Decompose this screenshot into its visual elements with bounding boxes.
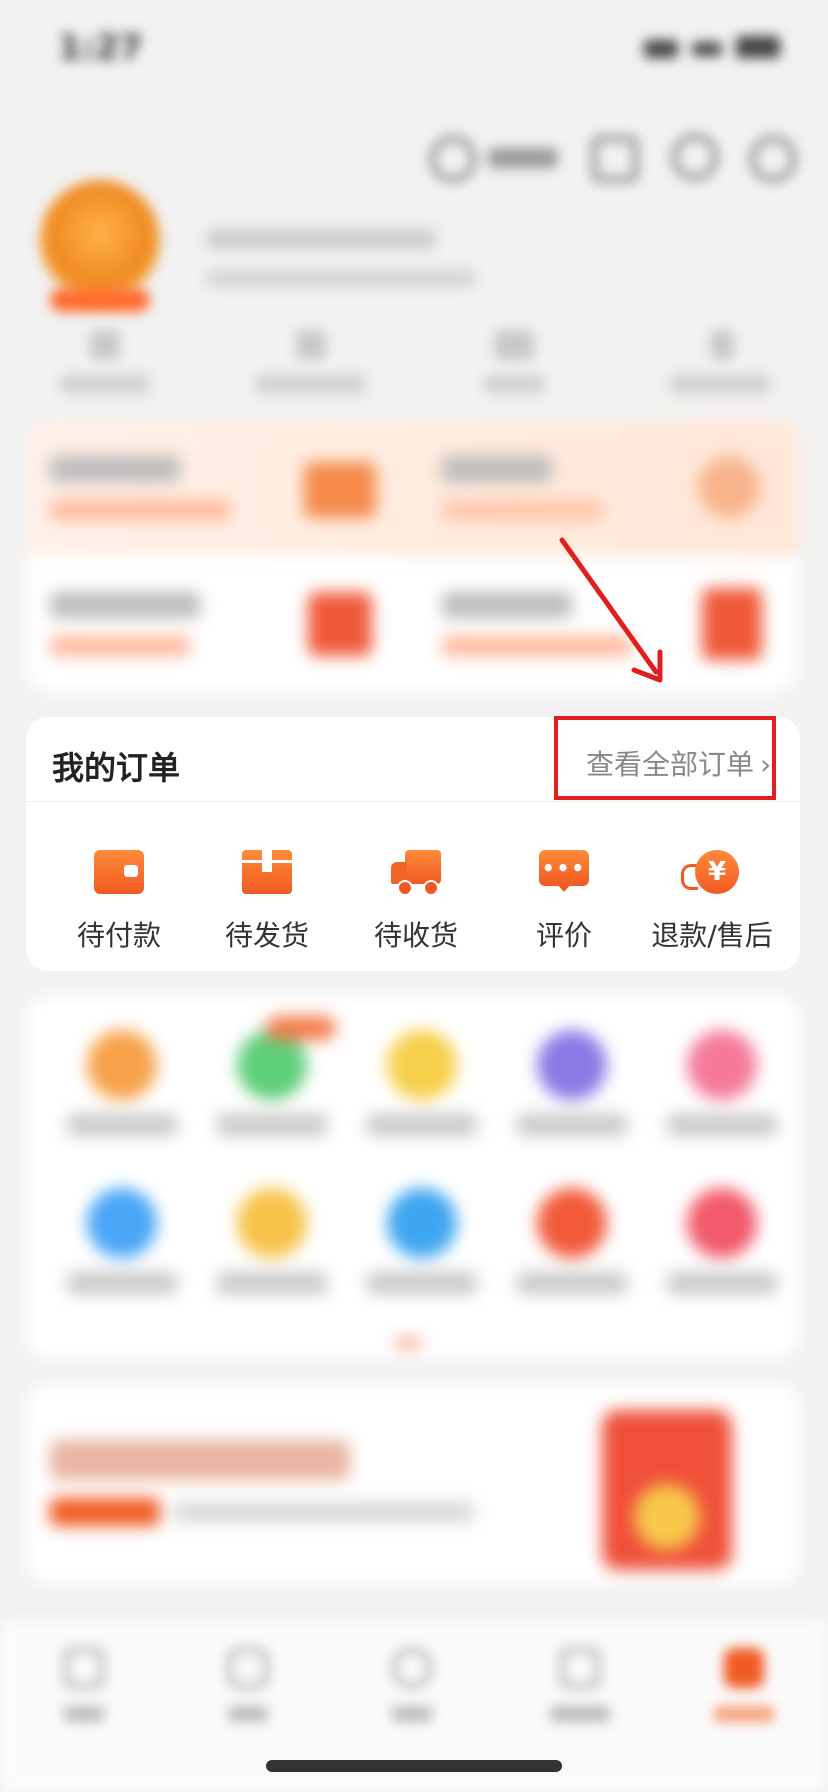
shortcut-item[interactable] <box>662 1188 782 1294</box>
order-status-label: 退款/售后 <box>651 919 773 952</box>
order-status-review[interactable]: ••• 评价 <box>494 850 634 954</box>
shortcut-item[interactable] <box>362 1188 482 1294</box>
home-indicator <box>266 1760 562 1772</box>
account-line-placeholder <box>206 268 476 288</box>
shortcut-item[interactable] <box>362 1030 482 1136</box>
order-status-pending-shipment[interactable]: 待发货 <box>197 850 337 954</box>
order-status-label: 评价 <box>535 919 592 952</box>
orders-title: 我的订单 <box>52 749 181 787</box>
order-status-label: 待收货 <box>373 919 458 952</box>
orders-divider <box>26 801 800 802</box>
shortcut-item[interactable] <box>212 1030 332 1136</box>
profile-stats <box>30 330 800 400</box>
search-icon[interactable] <box>672 134 718 180</box>
refund-icon: ¥ <box>681 850 739 894</box>
shortcut-item[interactable] <box>62 1030 182 1136</box>
order-status-refund[interactable]: ¥ 退款/售后 <box>642 850 782 954</box>
member-cards[interactable] <box>26 420 798 692</box>
annotation-highlight-box <box>554 716 776 800</box>
tab-cart[interactable] <box>540 1648 620 1722</box>
video-icon <box>228 1648 268 1688</box>
tab-video[interactable] <box>208 1648 288 1722</box>
tab-messages[interactable] <box>372 1648 452 1722</box>
shortcut-item[interactable] <box>662 1030 782 1136</box>
order-status-pending-payment[interactable]: 待付款 <box>49 850 189 954</box>
member-tag <box>50 288 150 312</box>
package-icon <box>242 850 292 894</box>
order-status-label: 待付款 <box>76 919 161 952</box>
chat-icon: ••• <box>539 850 589 894</box>
page-indicator <box>396 1340 420 1346</box>
scan-action[interactable] <box>430 136 570 182</box>
avatar[interactable] <box>40 180 160 300</box>
cart-icon <box>560 1648 600 1688</box>
settings-icon[interactable] <box>750 136 796 182</box>
message-icon <box>392 1648 432 1688</box>
shortcut-item[interactable] <box>212 1188 332 1294</box>
shortcut-item[interactable] <box>512 1030 632 1136</box>
status-time: 1:27 <box>58 28 143 68</box>
order-status-pending-receipt[interactable]: 待收货 <box>346 850 486 954</box>
truck-icon <box>391 850 441 896</box>
status-indicators <box>644 34 784 60</box>
shortcut-item[interactable] <box>62 1188 182 1294</box>
promo-banner[interactable] <box>26 1384 800 1584</box>
tab-me[interactable] <box>704 1648 784 1722</box>
home-icon <box>64 1648 104 1688</box>
wallet-icon <box>94 850 144 894</box>
order-status-label: 待发货 <box>224 919 309 952</box>
shortcut-item[interactable] <box>512 1188 632 1294</box>
edit-icon[interactable] <box>592 136 638 182</box>
username-placeholder <box>206 228 436 250</box>
tab-home[interactable] <box>44 1648 124 1722</box>
profile-icon <box>724 1648 764 1688</box>
scan-icon <box>430 136 476 182</box>
shortcut-grid <box>26 996 800 1358</box>
status-bar: 1:27 <box>0 0 828 100</box>
